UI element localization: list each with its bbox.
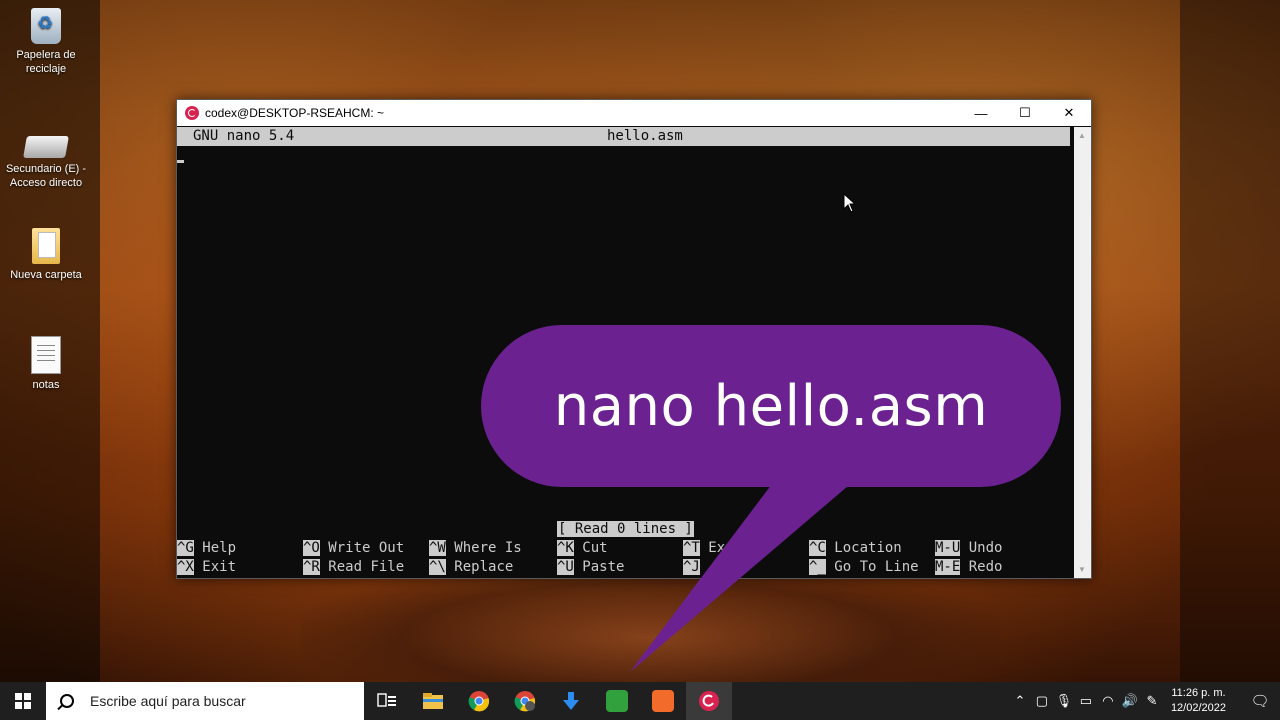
desktop-icon-notes[interactable]: notas: [0, 336, 92, 392]
shortcut-cut: ^K Cut: [557, 540, 608, 556]
debian-terminal-button[interactable]: [686, 682, 732, 720]
drive-icon: [23, 136, 69, 158]
taskbar: ⌃ ▢ 🎙 ▭ ◠ 🔊 ✎ 11:26 p. m. 12/02/2022 🗨: [0, 682, 1280, 720]
shortcut-redo: M-E Redo: [935, 559, 1003, 575]
debian-icon: [699, 691, 719, 711]
taskbar-clock[interactable]: 11:26 p. m. 12/02/2022: [1171, 686, 1226, 716]
wallpaper-road: [300, 560, 1000, 690]
desktop-icon-new-folder[interactable]: Nueva carpeta: [0, 228, 92, 282]
text-file-icon: [31, 336, 61, 374]
desktop-icon-label: Papelera de reciclaje: [16, 49, 76, 75]
close-button[interactable]: ✕: [1047, 100, 1091, 126]
scroll-down-icon[interactable]: ▼: [1078, 565, 1086, 574]
shortcut-location: ^C Location: [809, 540, 902, 556]
maximize-button[interactable]: ☐: [1003, 100, 1047, 126]
minimize-button[interactable]: —: [959, 100, 1003, 126]
shortcut-help: ^G Help: [177, 540, 237, 556]
tablet-icon[interactable]: ▢: [1031, 693, 1053, 709]
shortcut-replace: ^\ Replace: [429, 559, 514, 575]
task-view-button[interactable]: [364, 682, 410, 720]
shortcut-read-file: ^R Read File: [303, 559, 405, 575]
chrome-icon: [468, 691, 490, 712]
nano-filename: hello.asm: [607, 128, 683, 144]
shortcut-go-to-line: ^_ Go To Line: [809, 559, 919, 575]
shortcut-where-is: ^W Where Is: [429, 540, 522, 556]
shortcut-undo: M-U Undo: [935, 540, 1003, 556]
nano-status-message: [ Read 0 lines ]: [557, 521, 694, 537]
clock-time: 11:26 p. m.: [1171, 687, 1226, 699]
recycle-bin-icon: [31, 8, 61, 44]
pen-icon[interactable]: ✎: [1141, 693, 1163, 709]
sublime-text-button[interactable]: [640, 682, 686, 720]
bubble-text: nano hello.asm: [553, 373, 989, 439]
text-cursor: [177, 160, 184, 163]
desktop-icon-recycle-bin[interactable]: Papelera de reciclaje: [0, 8, 92, 76]
shortcut-paste: ^U Paste: [557, 559, 625, 575]
windows-logo-icon: [15, 693, 31, 709]
speech-bubble: nano hello.asm: [481, 325, 1061, 487]
system-tray: ⌃ ▢ 🎙 ▭ ◠ 🔊 ✎ 11:26 p. m. 12/02/2022 🗨: [1009, 682, 1280, 720]
chrome-profile-icon: [514, 691, 536, 712]
nano-version: GNU nano 5.4: [193, 128, 295, 144]
sublime-text-icon: [652, 690, 674, 712]
clock-date: 12/02/2022: [1170, 702, 1226, 714]
window-titlebar[interactable]: codex@DESKTOP-RSEAHCM: ~ — ☐ ✕: [177, 100, 1091, 126]
microphone-icon[interactable]: 🎙: [1053, 693, 1075, 709]
battery-icon[interactable]: ▭: [1075, 693, 1097, 709]
desktop-icon-drive-shortcut[interactable]: Secundario (E) - Acceso directo: [0, 126, 92, 190]
desktop-icon-label: Nueva carpeta: [10, 269, 82, 281]
scroll-up-icon[interactable]: ▲: [1078, 131, 1086, 140]
start-button[interactable]: [0, 682, 46, 720]
shortcut-justify: ^J: [683, 559, 700, 575]
folder-icon: [32, 228, 60, 264]
download-icon: [563, 692, 579, 710]
search-icon: [60, 694, 74, 708]
taskbar-search[interactable]: [46, 682, 364, 720]
mouse-pointer-icon: [843, 193, 857, 213]
nano-header-bar: GNU nano 5.4 hello.asm: [177, 127, 1070, 146]
task-view-icon: [377, 693, 396, 707]
camtasia-button[interactable]: [594, 682, 640, 720]
terminal-scrollbar[interactable]: ▲ ▼: [1074, 127, 1091, 578]
desktop-icon-label: Secundario (E) - Acceso directo: [5, 163, 87, 189]
chrome-profile-button[interactable]: [502, 682, 548, 720]
file-explorer-button[interactable]: [410, 682, 456, 720]
notification-icon[interactable]: 🗨: [1240, 692, 1280, 710]
desktop-icon-label: notas: [32, 379, 60, 391]
shortcut-exit: ^X Exit: [177, 559, 237, 575]
chrome-button[interactable]: [456, 682, 502, 720]
window-title: codex@DESKTOP-RSEAHCM: ~: [205, 106, 385, 120]
wallpaper-shade-right: [1180, 0, 1280, 682]
volume-icon[interactable]: 🔊: [1119, 693, 1141, 709]
shortcut-execute: ^T Ex: [683, 540, 726, 556]
wifi-icon[interactable]: ◠: [1097, 693, 1119, 709]
chevron-up-icon[interactable]: ⌃: [1009, 693, 1031, 709]
search-input[interactable]: [88, 692, 352, 710]
file-explorer-icon: [423, 693, 443, 709]
shortcut-write-out: ^O Write Out: [303, 540, 405, 556]
download-button[interactable]: [548, 682, 594, 720]
debian-icon: [185, 106, 199, 120]
camtasia-icon: [606, 690, 628, 712]
